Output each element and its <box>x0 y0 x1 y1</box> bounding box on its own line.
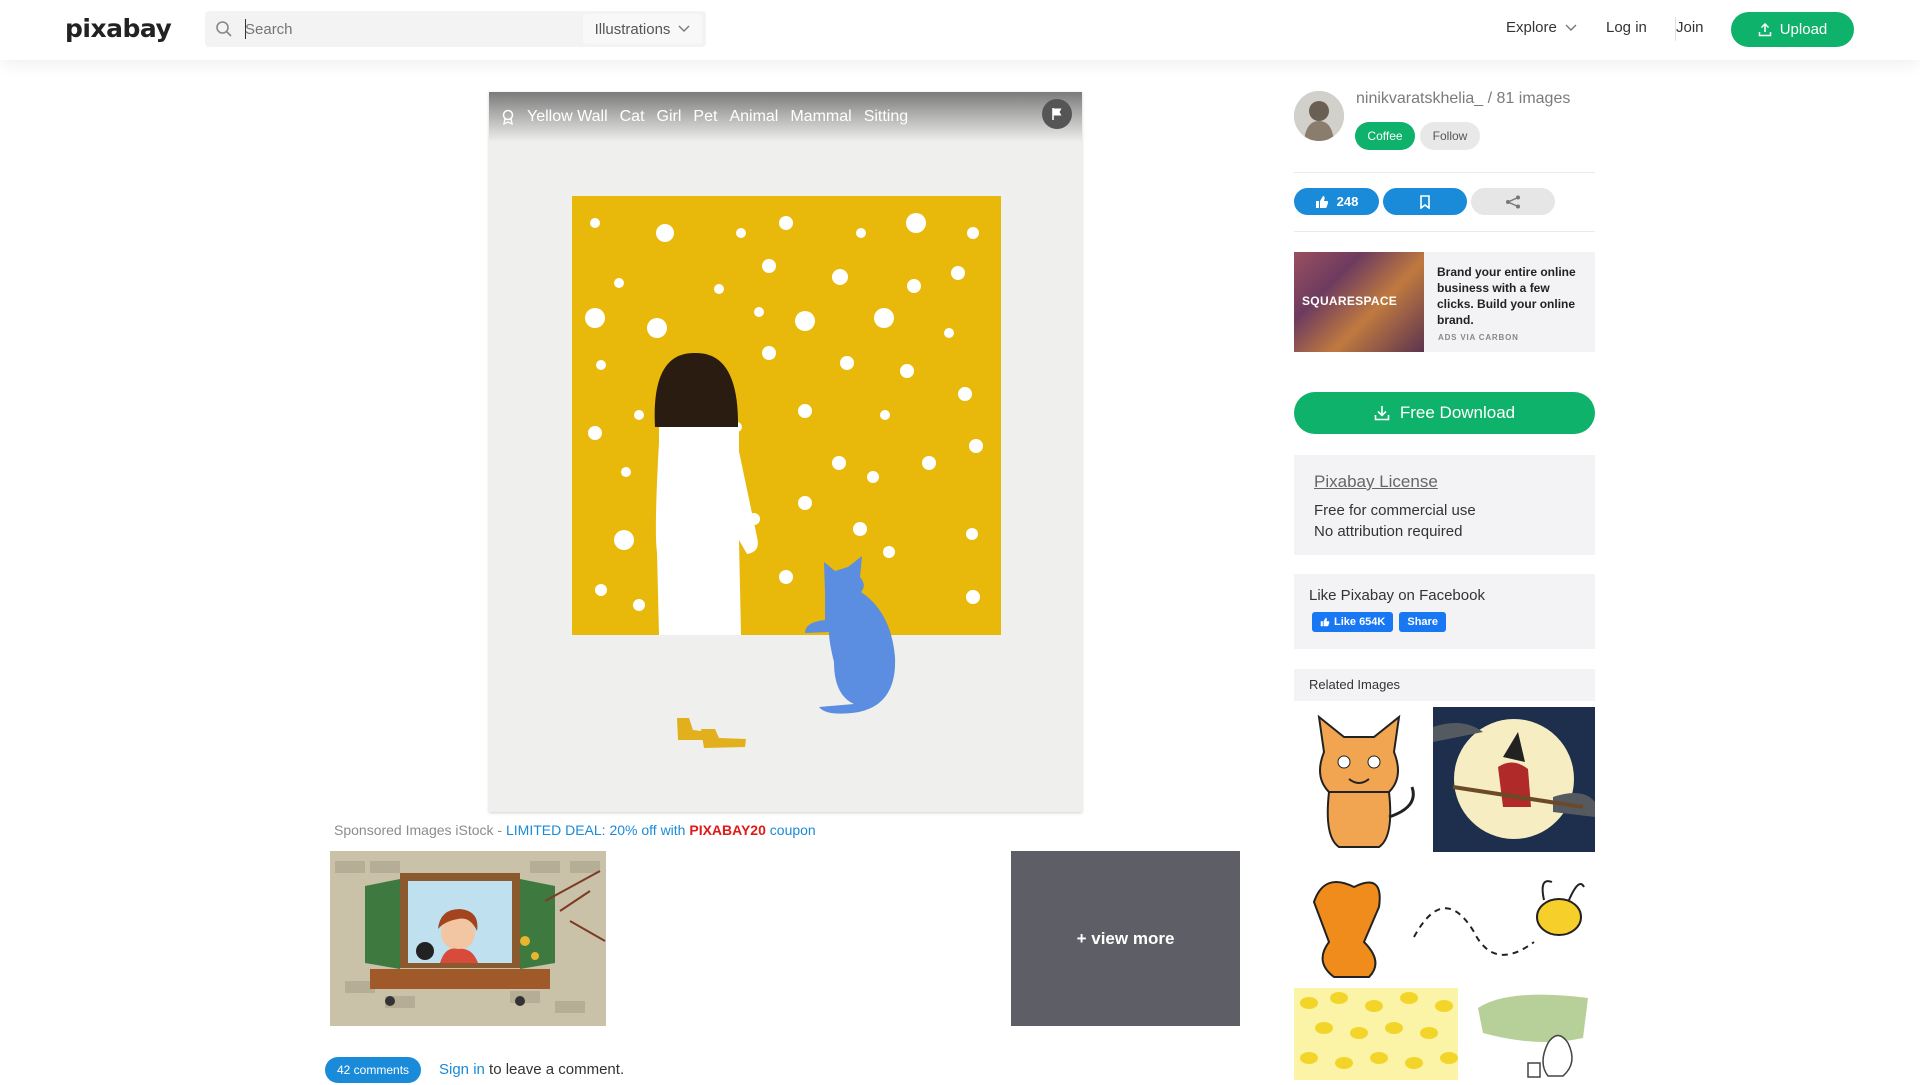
author-image-count: / 81 images <box>1483 90 1571 107</box>
top-header: pixabay Illustrations Explore Log in Joi… <box>0 0 1920 60</box>
download-icon <box>1374 406 1390 421</box>
category-label: Illustrations <box>594 20 671 38</box>
category-dropdown[interactable]: Illustrations <box>583 14 702 44</box>
ad-image: SQUARESPACE <box>1294 252 1424 352</box>
tag-link[interactable]: Mammal <box>790 108 851 126</box>
flag-icon <box>1052 108 1062 120</box>
view-more-button[interactable]: + view more <box>1011 851 1240 1026</box>
pixabay-logo[interactable]: pixabay <box>65 14 172 43</box>
tiger-cat-thumbnail <box>1317 714 1415 848</box>
carbon-ad[interactable]: SQUARESPACE Brand your entire online bus… <box>1294 252 1595 352</box>
divider <box>1294 231 1595 232</box>
author-name-link[interactable]: ninikvaratskhelia_ <box>1356 90 1483 107</box>
related-image-lemons[interactable] <box>1294 988 1458 1080</box>
bookmark-icon <box>1420 194 1430 209</box>
main-illustration[interactable]: Yellow Wall Cat Girl Pet Animal Mammal S… <box>489 92 1082 812</box>
sponsored-line: Sponsored Images iStock - LIMITED DEAL: … <box>334 822 816 838</box>
thumbs-up-icon <box>1315 195 1328 208</box>
explore-menu[interactable]: Explore <box>1506 19 1577 36</box>
share-icon <box>1506 195 1520 208</box>
sign-in-link[interactable]: Sign in <box>439 1061 485 1078</box>
download-label: Free Download <box>1399 403 1516 422</box>
related-image-tiger-bee[interactable] <box>1294 862 1595 980</box>
facebook-box: Like Pixabay on Facebook Like 654K Share <box>1294 574 1595 649</box>
tag-link[interactable]: Yellow Wall <box>527 108 608 126</box>
tiger-bee-thumbnail <box>1312 880 1585 978</box>
like-count: 248 <box>1336 194 1359 209</box>
related-image-tiger-cat[interactable] <box>1294 707 1424 852</box>
witch-moon-thumbnail <box>1433 707 1595 852</box>
report-flag-button[interactable] <box>1042 99 1072 129</box>
facebook-like-label: Like 654K <box>1334 616 1386 628</box>
cat-sketch-thumbnail <box>1478 994 1588 1078</box>
illustration-artwork <box>489 92 1082 812</box>
explore-label: Explore <box>1506 19 1557 36</box>
chevron-down-icon <box>678 25 690 32</box>
search-bar[interactable]: Illustrations <box>205 11 706 47</box>
search-icon <box>216 21 232 37</box>
divider <box>1294 172 1595 173</box>
follow-button[interactable]: Follow <box>1420 122 1480 150</box>
tag-link[interactable]: Cat <box>620 108 645 126</box>
related-images-header: Related Images <box>1294 669 1595 701</box>
ad-brand: SQUARESPACE <box>1302 294 1398 308</box>
join-link[interactable]: Join <box>1676 19 1704 36</box>
deal-link[interactable]: LIMITED DEAL: 20% off with PIXABAY20 cou… <box>506 822 816 838</box>
window-girl-cat-illustration <box>330 851 606 1026</box>
tag-link[interactable]: Animal <box>729 108 778 126</box>
license-line: No attribution required <box>1314 523 1463 540</box>
award-icon <box>502 109 514 125</box>
upload-icon <box>1758 22 1771 36</box>
sponsored-prefix: Sponsored Images iStock - <box>334 822 506 838</box>
search-input[interactable] <box>245 19 575 39</box>
login-link[interactable]: Log in <box>1606 19 1647 36</box>
share-button[interactable] <box>1471 188 1555 215</box>
tag-link[interactable]: Sitting <box>864 108 908 126</box>
sign-in-prompt: Sign in to leave a comment. <box>439 1061 624 1078</box>
author-avatar[interactable] <box>1294 91 1344 141</box>
sponsored-image[interactable] <box>330 851 606 1026</box>
upload-button[interactable]: Upload <box>1731 12 1854 47</box>
bookmark-button[interactable] <box>1383 188 1467 215</box>
related-image-witch[interactable] <box>1433 707 1595 852</box>
upload-label: Upload <box>1779 21 1828 38</box>
license-line: Free for commercial use <box>1314 502 1476 519</box>
tag-link[interactable]: Pet <box>693 108 717 126</box>
tag-link[interactable]: Girl <box>657 108 682 126</box>
chevron-down-icon <box>1565 24 1577 31</box>
lemon-pattern-thumbnail <box>1294 988 1458 1080</box>
like-button[interactable]: 248 <box>1294 188 1379 215</box>
facebook-share-button[interactable]: Share <box>1399 612 1446 632</box>
related-image-cat-sketch[interactable] <box>1468 988 1595 1080</box>
facebook-like-button[interactable]: Like 654K <box>1312 612 1394 632</box>
avatar-image <box>1294 91 1344 141</box>
ads-via-carbon[interactable]: ADS VIA CARBON <box>1438 333 1519 342</box>
comments-count-badge[interactable]: 42 comments <box>325 1057 422 1083</box>
license-link[interactable]: Pixabay License <box>1314 472 1575 492</box>
tag-bar: Yellow Wall Cat Girl Pet Animal Mammal S… <box>489 92 1082 142</box>
author-info: ninikvaratskhelia_ / 81 images <box>1356 90 1570 108</box>
text-caret <box>245 19 246 39</box>
thumbs-up-icon <box>1320 617 1330 627</box>
license-box: Pixabay License Free for commercial use … <box>1294 455 1595 555</box>
coupon-code: PIXABAY20 <box>689 822 766 838</box>
coffee-button[interactable]: Coffee <box>1355 122 1415 150</box>
free-download-button[interactable]: Free Download <box>1294 392 1595 434</box>
facebook-title: Like Pixabay on Facebook <box>1309 587 1485 604</box>
ad-text: Brand your entire online business with a… <box>1437 265 1576 327</box>
leave-comment-text: to leave a comment. <box>484 1061 625 1078</box>
